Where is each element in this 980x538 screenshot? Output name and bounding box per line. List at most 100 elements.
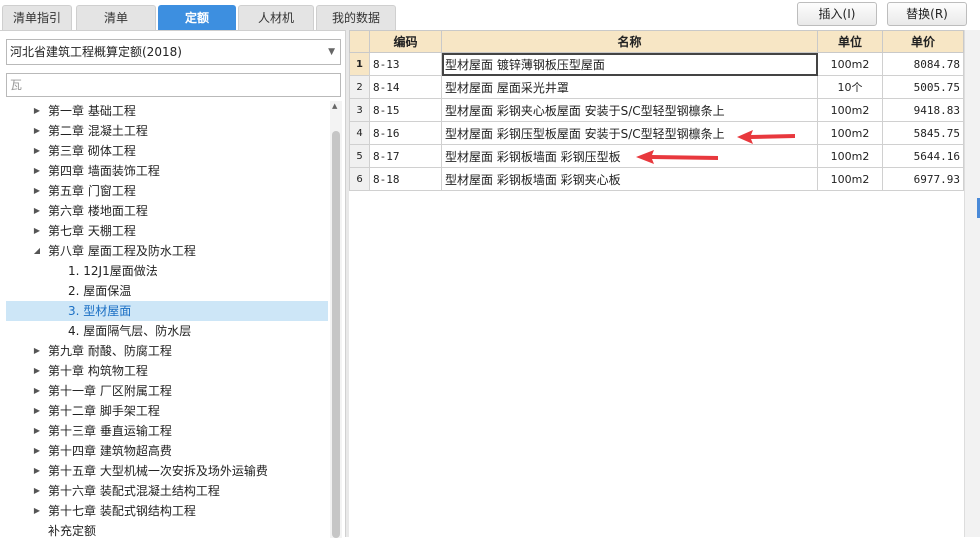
tree-node-label: 第十六章 装配式混凝土结构工程 bbox=[48, 484, 220, 498]
triangle-right-icon[interactable]: ▶ bbox=[32, 141, 42, 161]
tree-node[interactable]: ▶ 第四章 墙面装饰工程 bbox=[6, 161, 328, 181]
unit-cell[interactable]: 100m2 bbox=[817, 121, 883, 145]
price-cell[interactable]: 5845.75 bbox=[882, 121, 964, 145]
code-cell[interactable]: 8-18 bbox=[369, 167, 442, 191]
triangle-right-icon[interactable]: ▶ bbox=[32, 341, 42, 361]
tree-node[interactable]: 补充定额 bbox=[6, 521, 328, 538]
price-cell[interactable]: 8084.78 bbox=[882, 52, 964, 76]
quota-table: 编码 名称 单位 单价 1 8-13 型材屋面 镀锌薄钢板压型屋面 100m2 … bbox=[349, 30, 964, 191]
unit-column-header[interactable]: 单位 bbox=[817, 30, 883, 53]
replace-button[interactable]: 替换(R) bbox=[887, 2, 967, 26]
tree-subnode[interactable]: 1. 12J1屋面做法 bbox=[6, 261, 328, 281]
tree-node[interactable]: ▶ 第十六章 装配式混凝土结构工程 bbox=[6, 481, 328, 501]
tab-quota[interactable]: 定额 bbox=[158, 5, 236, 30]
name-cell[interactable]: 型材屋面 彩钢夹心板屋面 安装于S/C型轻型钢檩条上 bbox=[441, 98, 818, 122]
code-column-header[interactable]: 编码 bbox=[369, 30, 442, 53]
name-cell[interactable]: 型材屋面 彩钢板墙面 彩钢夹心板 bbox=[441, 167, 818, 191]
quota-library-select[interactable]: 河北省建筑工程概算定额(2018) ▼ bbox=[6, 39, 341, 65]
unit-cell[interactable]: 10个 bbox=[817, 75, 883, 99]
tree-node-label: 第六章 楼地面工程 bbox=[48, 204, 148, 218]
triangle-right-icon[interactable]: ▶ bbox=[32, 181, 42, 201]
tree-node-label: 第十四章 建筑物超高费 bbox=[48, 444, 172, 458]
tree-node-label: 第五章 门窗工程 bbox=[48, 184, 136, 198]
name-cell[interactable]: 型材屋面 彩钢压型板屋面 安装于S/C型轻型钢檩条上 bbox=[441, 121, 818, 145]
unit-cell[interactable]: 100m2 bbox=[817, 52, 883, 76]
tab-list[interactable]: 清单 bbox=[76, 5, 156, 30]
tree-subnode-selected[interactable]: 3. 型材屋面 bbox=[6, 301, 328, 321]
chevron-down-icon: ▼ bbox=[328, 47, 335, 57]
tree-node[interactable]: ◢ 第八章 屋面工程及防水工程 bbox=[6, 241, 328, 261]
code-cell[interactable]: 8-16 bbox=[369, 121, 442, 145]
tree-node-label: 2. 屋面保温 bbox=[68, 284, 132, 298]
triangle-right-icon[interactable]: ▶ bbox=[32, 421, 42, 441]
name-cell[interactable]: 型材屋面 屋面采光井罩 bbox=[441, 75, 818, 99]
unit-cell[interactable]: 100m2 bbox=[817, 98, 883, 122]
top-tab-bar: 清单指引 清单 定额 人材机 我的数据 插入(I) 替换(R) bbox=[0, 0, 980, 30]
triangle-right-icon[interactable]: ▶ bbox=[32, 201, 42, 221]
table-row[interactable]: 4 8-16 型材屋面 彩钢压型板屋面 安装于S/C型轻型钢檩条上 100m2 … bbox=[349, 121, 964, 145]
row-number: 3 bbox=[349, 98, 370, 122]
tab-my-data[interactable]: 我的数据 bbox=[316, 5, 396, 30]
triangle-right-icon[interactable]: ▶ bbox=[32, 441, 42, 461]
code-cell[interactable]: 8-14 bbox=[369, 75, 442, 99]
triangle-right-icon[interactable]: ▶ bbox=[32, 381, 42, 401]
tree-node[interactable]: ▶ 第二章 混凝土工程 bbox=[6, 121, 328, 141]
scroll-up-icon[interactable]: ▲ bbox=[332, 102, 337, 110]
tree-node[interactable]: ▶ 第十一章 厂区附属工程 bbox=[6, 381, 328, 401]
tree-node[interactable]: ▶ 第一章 基础工程 bbox=[6, 101, 328, 121]
table-row[interactable]: 5 8-17 型材屋面 彩钢板墙面 彩钢压型板 100m2 5644.16 bbox=[349, 144, 964, 168]
code-cell[interactable]: 8-17 bbox=[369, 144, 442, 168]
triangle-right-icon[interactable]: ▶ bbox=[32, 401, 42, 421]
tab-list-guide[interactable]: 清单指引 bbox=[2, 5, 72, 30]
tree-node[interactable]: ▶ 第三章 砌体工程 bbox=[6, 141, 328, 161]
price-cell[interactable]: 9418.83 bbox=[882, 98, 964, 122]
name-cell[interactable]: 型材屋面 镀锌薄钢板压型屋面 bbox=[441, 52, 818, 76]
table-row[interactable]: 1 8-13 型材屋面 镀锌薄钢板压型屋面 100m2 8084.78 bbox=[349, 52, 964, 76]
insert-button[interactable]: 插入(I) bbox=[797, 2, 877, 26]
table-row[interactable]: 3 8-15 型材屋面 彩钢夹心板屋面 安装于S/C型轻型钢檩条上 100m2 … bbox=[349, 98, 964, 122]
name-cell[interactable]: 型材屋面 彩钢板墙面 彩钢压型板 bbox=[441, 144, 818, 168]
tree-node[interactable]: ▶ 第十四章 建筑物超高费 bbox=[6, 441, 328, 461]
code-cell[interactable]: 8-15 bbox=[369, 98, 442, 122]
table-row[interactable]: 2 8-14 型材屋面 屋面采光井罩 10个 5005.75 bbox=[349, 75, 964, 99]
unit-cell[interactable]: 100m2 bbox=[817, 144, 883, 168]
tree-node[interactable]: ▶ 第七章 天棚工程 bbox=[6, 221, 328, 241]
quota-grid: 编码 名称 单位 单价 1 8-13 型材屋面 镀锌薄钢板压型屋面 100m2 … bbox=[349, 30, 964, 537]
tree-node[interactable]: ▶ 第十三章 垂直运输工程 bbox=[6, 421, 328, 441]
price-column-header[interactable]: 单价 bbox=[882, 30, 964, 53]
tree-node[interactable]: ▶ 第十章 构筑物工程 bbox=[6, 361, 328, 381]
triangle-right-icon[interactable]: ▶ bbox=[32, 101, 42, 121]
scrollbar-thumb[interactable] bbox=[332, 131, 340, 538]
price-cell[interactable]: 5644.16 bbox=[882, 144, 964, 168]
triangle-right-icon[interactable]: ▶ bbox=[32, 481, 42, 501]
tree-node-label: 第十七章 装配式钢结构工程 bbox=[48, 504, 196, 518]
tree-node[interactable]: ▶ 第十二章 脚手架工程 bbox=[6, 401, 328, 421]
tree-node-label: 第九章 耐酸、防腐工程 bbox=[48, 344, 172, 358]
tree-node[interactable]: ▶ 第五章 门窗工程 bbox=[6, 181, 328, 201]
price-cell[interactable]: 6977.93 bbox=[882, 167, 964, 191]
search-input[interactable]: 瓦 bbox=[6, 73, 341, 97]
tree-subnode[interactable]: 4. 屋面隔气层、防水层 bbox=[6, 321, 328, 341]
triangle-right-icon[interactable]: ▶ bbox=[32, 221, 42, 241]
chapter-tree: ▶ 第一章 基础工程 ▶ 第二章 混凝土工程 ▶ 第三章 砌体工程 ▶ 第四章 … bbox=[6, 101, 328, 538]
tree-node[interactable]: ▶ 第十七章 装配式钢结构工程 bbox=[6, 501, 328, 521]
triangle-right-icon[interactable]: ▶ bbox=[32, 461, 42, 481]
triangle-right-icon[interactable]: ▶ bbox=[32, 501, 42, 521]
triangle-right-icon[interactable]: ▶ bbox=[32, 361, 42, 381]
unit-cell[interactable]: 100m2 bbox=[817, 167, 883, 191]
name-column-header[interactable]: 名称 bbox=[441, 30, 818, 53]
tab-labor-material-machine[interactable]: 人材机 bbox=[238, 5, 314, 30]
tree-subnode[interactable]: 2. 屋面保温 bbox=[6, 281, 328, 301]
price-cell[interactable]: 5005.75 bbox=[882, 75, 964, 99]
tree-node-label: 第八章 屋面工程及防水工程 bbox=[48, 244, 196, 258]
code-cell[interactable]: 8-13 bbox=[369, 52, 442, 76]
tree-node[interactable]: ▶ 第六章 楼地面工程 bbox=[6, 201, 328, 221]
tree-node-label: 第二章 混凝土工程 bbox=[48, 124, 148, 138]
triangle-right-icon[interactable]: ▶ bbox=[32, 161, 42, 181]
table-row[interactable]: 6 8-18 型材屋面 彩钢板墙面 彩钢夹心板 100m2 6977.93 bbox=[349, 167, 964, 191]
tree-node[interactable]: ▶ 第十五章 大型机械一次安拆及场外运输费 bbox=[6, 461, 328, 481]
tree-scrollbar[interactable]: ▲ bbox=[330, 101, 342, 538]
triangle-right-icon[interactable]: ▶ bbox=[32, 121, 42, 141]
tree-node[interactable]: ▶ 第九章 耐酸、防腐工程 bbox=[6, 341, 328, 361]
triangle-down-icon[interactable]: ◢ bbox=[32, 241, 42, 261]
